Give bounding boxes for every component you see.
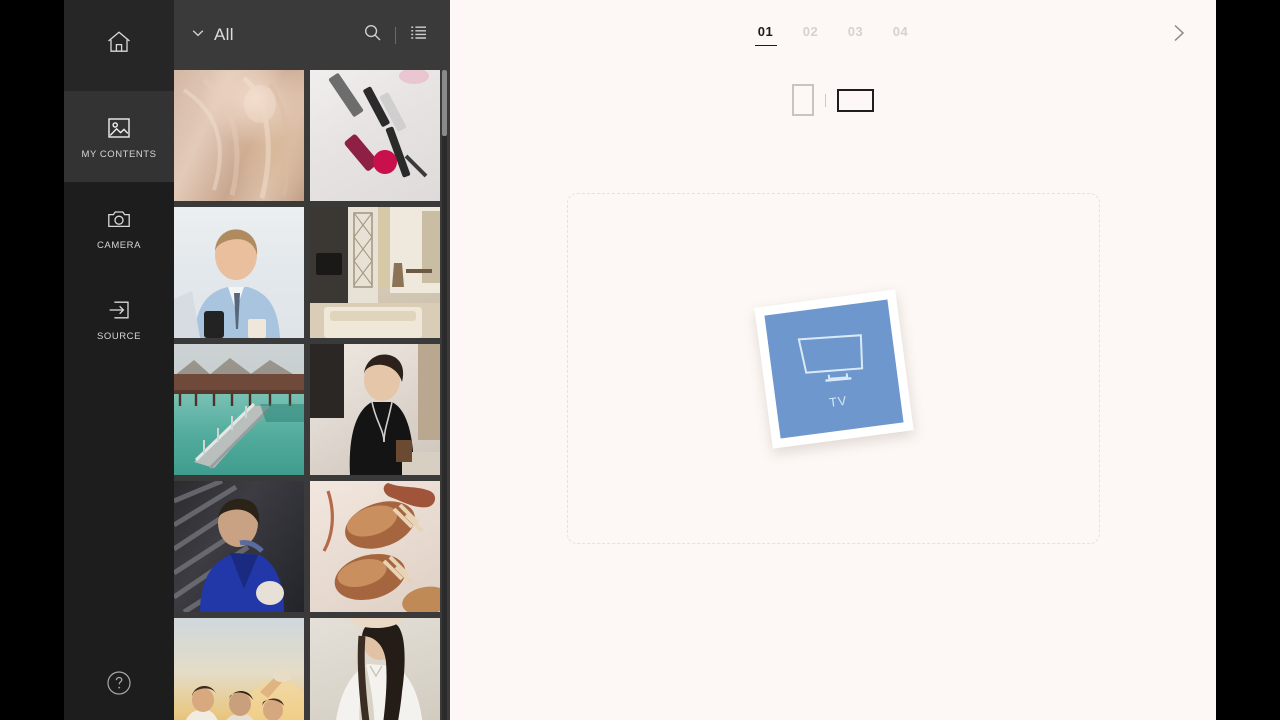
home-icon: [105, 28, 133, 56]
search-icon[interactable]: [363, 23, 382, 47]
chevron-right-icon: [1170, 22, 1188, 49]
image-icon: [105, 114, 133, 142]
sidebar: MY CONTENTS CAMERA SOURCE: [64, 0, 174, 720]
orientation-selector: [450, 84, 1216, 116]
thumbnail-image: [174, 481, 304, 612]
thumbnail-image: [174, 344, 304, 475]
page-tabs: 01 02 03 04: [450, 24, 1216, 46]
thumbnail-image: [174, 207, 304, 338]
sidebar-item-source-label: SOURCE: [97, 330, 141, 342]
next-page-button[interactable]: [1164, 20, 1194, 50]
thumbnail-image: [310, 344, 440, 475]
scrollbar-track[interactable]: [442, 70, 447, 720]
sidebar-item-my-contents-label: MY CONTENTS: [81, 148, 157, 160]
sidebar-item-source[interactable]: SOURCE: [64, 273, 174, 364]
sidebar-item-my-contents[interactable]: MY CONTENTS: [64, 91, 174, 182]
content-dropzone[interactable]: TV: [567, 193, 1100, 544]
thumb-businessman-phone[interactable]: [174, 207, 304, 338]
letterbox-left: [0, 0, 64, 720]
thumb-white-shirt-model[interactable]: [310, 618, 440, 720]
page-tab-01[interactable]: 01: [754, 24, 777, 46]
orientation-portrait[interactable]: [792, 84, 814, 116]
sidebar-item-camera[interactable]: CAMERA: [64, 182, 174, 273]
thumbnail-image: [310, 481, 440, 612]
browser-header: All: [174, 0, 450, 70]
thumbnail-image: [310, 618, 440, 720]
page-tab-04[interactable]: 04: [890, 24, 912, 46]
scrollbar-thumb[interactable]: [442, 70, 447, 136]
thumb-living-room-interior[interactable]: [310, 207, 440, 338]
orientation-divider: [825, 93, 826, 107]
thumbnail-image: [174, 70, 304, 201]
letterbox-right: [1216, 0, 1280, 720]
orientation-landscape[interactable]: [837, 88, 874, 112]
chevron-down-icon: [190, 25, 206, 46]
help-circle-icon: [106, 670, 132, 701]
thumb-makeup-brushes[interactable]: [310, 70, 440, 201]
filter-dropdown-label: All: [214, 25, 234, 44]
tv-card-wrapper: TV: [744, 279, 924, 459]
tv-source-card[interactable]: TV: [753, 288, 914, 449]
camera-icon: [105, 205, 133, 233]
page-tab-02[interactable]: 02: [800, 24, 822, 46]
source-input-icon: [105, 296, 133, 324]
thumbnail-grid: [174, 70, 450, 720]
thumb-woman-black-dress[interactable]: [310, 344, 440, 475]
thumb-overwater-villas[interactable]: [174, 344, 304, 475]
list-view-icon[interactable]: [409, 23, 428, 47]
content-browser-panel: All: [174, 0, 450, 720]
sidebar-item-camera-label: CAMERA: [97, 239, 141, 251]
thumb-blonde-hair-portrait[interactable]: [174, 70, 304, 201]
thumb-man-blue-jacket[interactable]: [174, 481, 304, 612]
tv-monitor-icon: [793, 325, 872, 391]
editor-stage: 01 02 03 04 TV: [450, 0, 1216, 720]
page-tab-03[interactable]: 03: [845, 24, 867, 46]
thumbnail-image: [310, 70, 440, 201]
tool-divider: [395, 26, 396, 44]
app-root: MY CONTENTS CAMERA SOURCE All 01 02 03 0…: [0, 0, 1280, 720]
tv-card-label: TV: [827, 392, 848, 409]
help-button[interactable]: [64, 650, 174, 720]
thumbnail-image: [174, 618, 304, 720]
filter-dropdown[interactable]: All: [190, 25, 234, 46]
thumb-beach-party[interactable]: [174, 618, 304, 720]
thumb-strappy-sandals[interactable]: [310, 481, 440, 612]
tv-card-inner: TV: [763, 298, 904, 439]
thumbnail-image: [310, 207, 440, 338]
sidebar-item-home[interactable]: [64, 0, 174, 91]
browser-tools: [363, 23, 428, 47]
